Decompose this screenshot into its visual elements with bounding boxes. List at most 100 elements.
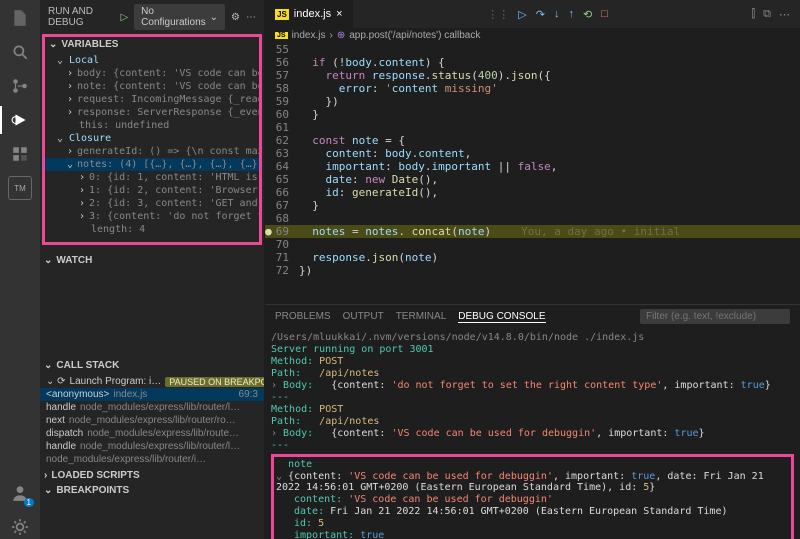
var-this[interactable]: this: undefined	[45, 119, 259, 132]
js-icon: JS	[275, 9, 289, 20]
code-line[interactable]: 65 date: new Date(),	[265, 173, 800, 186]
search-icon[interactable]	[8, 40, 32, 64]
close-icon[interactable]: ×	[336, 8, 342, 20]
filter-input[interactable]	[640, 309, 790, 324]
console-line[interactable]: › Body: {content: 'VS code can be used f…	[271, 428, 794, 440]
code-line[interactable]: 58 error: 'content missing'	[265, 82, 800, 95]
config-dropdown[interactable]: No Configurations ⌄	[134, 4, 225, 30]
console-line: Server running on port 3001	[271, 344, 794, 356]
console-highlight-box: note ⌄ {content: 'VS code can be used fo…	[271, 454, 794, 539]
paused-badge: PAUSED ON BREAKPOINT	[165, 377, 264, 387]
stop-icon[interactable]: □	[601, 8, 608, 20]
loaded-scripts-section[interactable]: ›LOADED SCRIPTS	[40, 468, 264, 483]
callstack-frame[interactable]: nextnode_modules/express/lib/router/ro…	[40, 414, 264, 427]
scm-icon[interactable]	[8, 74, 32, 98]
tab-problems[interactable]: PROBLEMS	[275, 311, 331, 322]
more-icon[interactable]: ⋯	[246, 12, 256, 23]
var-note[interactable]: ›note: {content: 'VS code can be used fo…	[45, 80, 259, 93]
account-icon[interactable]: 1	[8, 481, 32, 505]
callstack-section[interactable]: ⌄CALL STACK	[40, 358, 264, 373]
code-line[interactable]: 70	[265, 238, 800, 251]
editor-tab[interactable]: JS index.js ×	[265, 0, 354, 28]
var-response[interactable]: ›response: ServerResponse {_events: {…},…	[45, 106, 259, 119]
callstack-frame[interactable]: handlenode_modules/express/lib/router/l…	[40, 440, 264, 453]
code-line[interactable]: 55	[265, 43, 800, 56]
chevron-right-icon: ›	[44, 470, 47, 481]
settings-icon[interactable]	[8, 515, 32, 539]
step-out-icon[interactable]: ↑	[568, 8, 574, 20]
code-line[interactable]: 68	[265, 212, 800, 225]
gear-icon[interactable]: ⚙	[231, 12, 240, 23]
debug-console[interactable]: /Users/mluukkai/.nvm/versions/node/v14.8…	[265, 328, 800, 539]
debug-icon[interactable]	[8, 108, 32, 132]
code-line[interactable]: 66 id: generateId(),	[265, 186, 800, 199]
breadcrumb[interactable]: JS index.js › ⊕ app.post('/api/notes') c…	[265, 28, 800, 43]
callstack-frame[interactable]: handlenode_modules/express/lib/router/l…	[40, 401, 264, 414]
code-line[interactable]: 59 })	[265, 95, 800, 108]
more-icon[interactable]: ⋯	[779, 8, 790, 21]
explorer-icon[interactable]	[8, 6, 32, 30]
code-line[interactable]: 69 notes = notes. concat(note)You, a day…	[265, 225, 800, 238]
chevron-down-icon: ⌄	[44, 485, 52, 496]
code-line[interactable]: 57 return response.status(400).json({	[265, 69, 800, 82]
restart-icon[interactable]: ⟲	[583, 8, 592, 21]
play-icon[interactable]: ▷	[120, 12, 128, 23]
console-prop[interactable]: important: true	[276, 530, 789, 539]
callstack-frame[interactable]: node_modules/express/lib/router/i…	[40, 453, 264, 466]
var-request[interactable]: ›request: IncomingMessage {_readableStat…	[45, 93, 259, 106]
compare-icon[interactable]: ⧉	[763, 8, 771, 21]
console-line: Method: POST	[271, 404, 794, 416]
console-line: /Users/mluukkai/.nvm/versions/node/v14.8…	[271, 332, 794, 344]
console-line[interactable]: › Body: {content: 'do not forget to set …	[271, 380, 794, 392]
method-icon: ⊕	[337, 30, 345, 41]
code-line[interactable]: 71 response.json(note)	[265, 251, 800, 264]
step-into-icon[interactable]: ↓	[554, 8, 560, 20]
debug-toolbar: ⋮⋮ ▷ ↷ ↓ ↑ ⟲ □	[354, 8, 742, 21]
var-notes-length[interactable]: length: 4	[45, 223, 259, 236]
console-line[interactable]: note	[276, 459, 789, 471]
console-prop[interactable]: content: 'VS code can be used for debugg…	[276, 494, 789, 506]
tab-output[interactable]: OUTPUT	[343, 311, 384, 322]
code-line[interactable]: 63 content: body.content,	[265, 147, 800, 160]
continue-icon[interactable]: ▷	[518, 8, 526, 21]
var-notes-2[interactable]: ›2: {id: 3, content: 'GET and POST are t…	[45, 197, 259, 210]
console-prop[interactable]: date: Fri Jan 21 2022 14:56:01 GMT+0200 …	[276, 506, 789, 518]
chevron-down-icon: ⌄	[44, 255, 52, 266]
code-line[interactable]: 56 if (!body.content) {	[265, 56, 800, 69]
scope-closure[interactable]: ⌄Closure	[45, 132, 259, 145]
step-over-icon[interactable]: ↷	[536, 8, 545, 21]
code-editor[interactable]: 5556 if (!body.content) {57 return respo…	[265, 43, 800, 304]
var-notes-0[interactable]: ›0: {id: 1, content: 'HTML is easy', dat…	[45, 171, 259, 184]
editor-area: JS index.js × ⋮⋮ ▷ ↷ ↓ ↑ ⟲ □ ⫿ ⧉ ⋯ JS in…	[265, 0, 800, 539]
panel: PROBLEMS OUTPUT TERMINAL DEBUG CONSOLE /…	[265, 304, 800, 539]
console-prop[interactable]: id: 5	[276, 518, 789, 530]
variables-section[interactable]: ⌄VARIABLES	[45, 37, 259, 52]
callstack-frame[interactable]: dispatchnode_modules/express/lib/route…	[40, 427, 264, 440]
code-line[interactable]: 62 const note = {	[265, 134, 800, 147]
var-notes-1[interactable]: ›1: {id: 2, content: 'Browser can execut…	[45, 184, 259, 197]
watch-section[interactable]: ⌄WATCH	[40, 253, 264, 268]
var-notes-3[interactable]: ›3: {content: 'do not forget to set the …	[45, 210, 259, 223]
code-line[interactable]: 67 }	[265, 199, 800, 212]
scope-local[interactable]: ⌄Local	[45, 54, 259, 67]
code-line[interactable]: 60 }	[265, 108, 800, 121]
extensions-icon[interactable]	[8, 142, 32, 166]
var-notes[interactable]: ⌄notes: (4) [{…}, {…}, {…}, {…}]	[45, 158, 259, 171]
js-icon: JS	[275, 32, 288, 39]
code-line[interactable]: 72})	[265, 264, 800, 277]
tab-debug-console[interactable]: DEBUG CONSOLE	[458, 311, 545, 323]
tab-terminal[interactable]: TERMINAL	[396, 311, 447, 322]
console-line[interactable]: ⌄ {content: 'VS code can be used for deb…	[276, 471, 789, 494]
code-line[interactable]: 61	[265, 121, 800, 134]
debug-sidebar: RUN AND DEBUG ▷ No Configurations ⌄ ⚙ ⋯ …	[40, 0, 265, 539]
var-body[interactable]: ›body: {content: 'VS code can be used fo…	[45, 67, 259, 80]
breakpoints-section[interactable]: ⌄BREAKPOINTS	[40, 483, 264, 498]
callstack-thread[interactable]: ⌄ ⟳Launch Program: i…PAUSED ON BREAKPOIN…	[40, 375, 264, 388]
console-line: ---	[271, 392, 794, 404]
tmt-icon[interactable]: TM	[8, 176, 32, 200]
code-line[interactable]: 64 important: body.important || false,	[265, 160, 800, 173]
callstack-frame[interactable]: <anonymous>index.js69:3	[40, 388, 264, 401]
split-icon[interactable]: ⫿	[752, 8, 756, 21]
grip-icon[interactable]: ⋮⋮	[487, 8, 509, 21]
var-generateid[interactable]: ›generateId: () => {\n const maxId = not…	[45, 145, 259, 158]
